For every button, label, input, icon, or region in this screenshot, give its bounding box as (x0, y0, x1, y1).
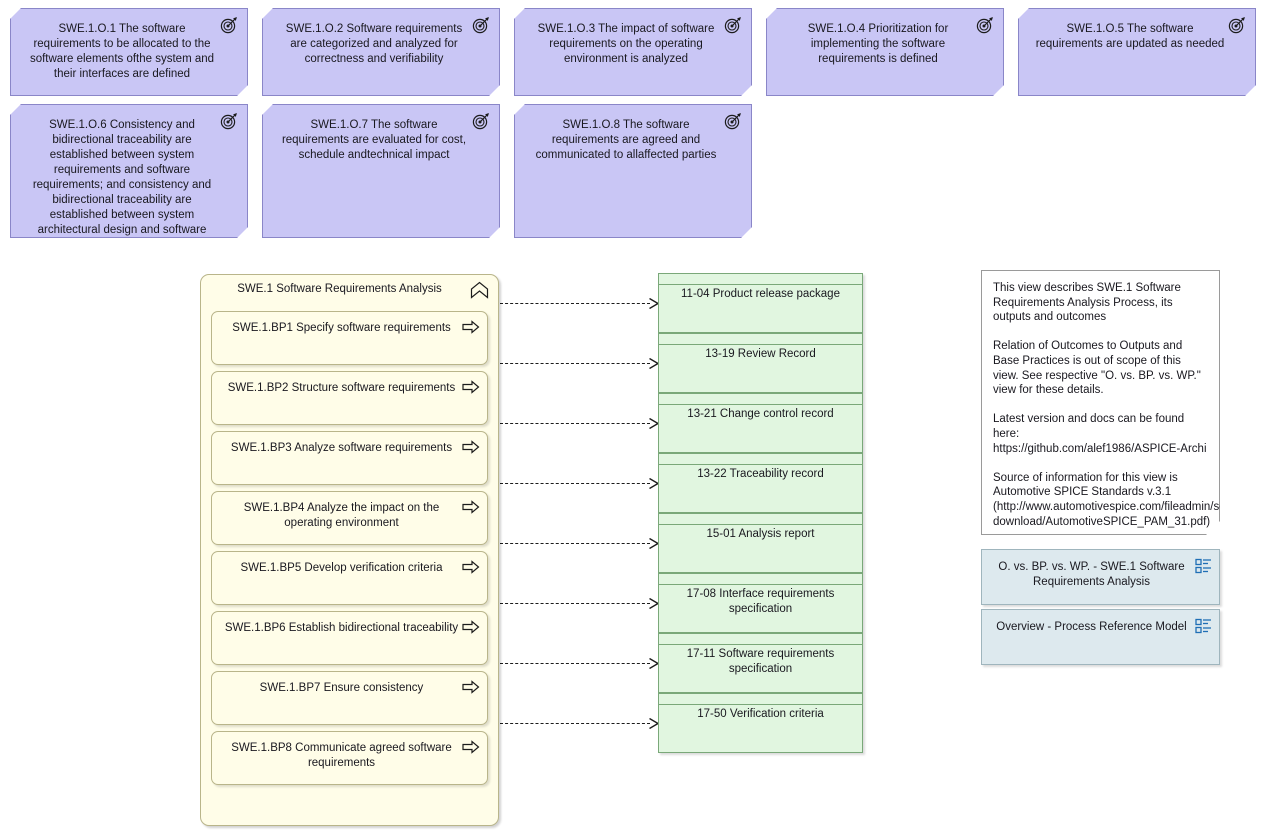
outcome-swe-1-o-1[interactable]: SWE.1.O.1 The software requirements to b… (10, 8, 248, 96)
connector-swe.1-to-15-01 (500, 538, 659, 549)
goal-icon (472, 112, 490, 130)
base-practice-label: SWE.1.BP8 Communicate agreed software re… (231, 742, 452, 769)
process-arrow-icon (462, 680, 480, 694)
work-product-header-band (659, 334, 862, 345)
outcome-label: SWE.1.O.3 The impact of software require… (537, 23, 715, 65)
base-practice-label: SWE.1.BP1 Specify software requirements (232, 322, 451, 334)
work-product-label: 15-01 Analysis report (706, 528, 815, 540)
outcome-label: SWE.1.O.2 Software requirements are cate… (285, 23, 463, 65)
connector-swe.1-to-17-08 (500, 598, 659, 609)
goal-icon (472, 16, 490, 34)
work-product-13-21[interactable]: 13-21 Change control record (658, 393, 863, 453)
work-product-header-band (659, 274, 862, 285)
process-arrow-icon (462, 380, 480, 394)
connector-line (500, 663, 650, 664)
goal-icon (976, 16, 994, 34)
archimate-diagram-canvas: SWE.1.O.1 The software requirements to b… (0, 0, 1266, 836)
base-practice-swe-1-bp7[interactable]: SWE.1.BP7 Ensure consistency (211, 671, 488, 725)
process-title: SWE.1 Software Requirements Analysis (237, 283, 442, 295)
view-link-label: Overview - Process Reference Model (996, 621, 1187, 633)
process-arrow-icon (462, 620, 480, 634)
work-product-17-11[interactable]: 17-11 Software requirements specificatio… (658, 633, 863, 693)
base-practice-swe-1-bp8[interactable]: SWE.1.BP8 Communicate agreed software re… (211, 731, 488, 785)
base-practice-swe-1-bp1[interactable]: SWE.1.BP1 Specify software requirements (211, 311, 488, 365)
base-practice-label: SWE.1.BP3 Analyze software requirements (230, 442, 453, 454)
outcome-label: SWE.1.O.4 Prioritization for implementin… (807, 23, 949, 65)
view-link-o-vs-bp-vs-wp[interactable]: O. vs. BP. vs. WP. - SWE.1 Software Requ… (981, 549, 1220, 605)
base-practice-swe-1-bp2[interactable]: SWE.1.BP2 Structure software requirement… (211, 371, 488, 425)
process-arrow-icon (462, 560, 480, 574)
work-product-label: 17-11 Software requirements specificatio… (686, 648, 835, 675)
outcome-label: SWE.1.O.1 The software requirements to b… (29, 23, 215, 80)
goal-icon (724, 112, 742, 130)
base-practice-swe-1-bp5[interactable]: SWE.1.BP5 Develop verification criteria (211, 551, 488, 605)
connector-swe.1-to-11-04 (500, 298, 659, 309)
work-product-17-08[interactable]: 17-08 Interface requirements specificati… (658, 573, 863, 633)
work-product-label: 11-04 Product release package (681, 288, 840, 300)
outcome-label: SWE.1.O.8 The software requirements are … (535, 119, 717, 161)
base-practice-label: SWE.1.BP5 Develop verification criteria (240, 562, 443, 574)
outcome-swe-1-o-3[interactable]: SWE.1.O.3 The impact of software require… (514, 8, 752, 96)
outcome-label: SWE.1.O.7 The software requirements are … (281, 119, 467, 161)
outcome-swe-1-o-6[interactable]: SWE.1.O.6 Consistency and bidirectional … (10, 104, 248, 238)
connector-swe.1-to-17-50 (500, 718, 659, 729)
process-arrow-icon (462, 440, 480, 454)
base-practice-label: SWE.1.BP7 Ensure consistency (259, 682, 424, 694)
connector-line (500, 543, 650, 544)
goal-icon (220, 16, 238, 34)
connector-line (500, 303, 650, 304)
view-link-label: O. vs. BP. vs. WP. - SWE.1 Software Requ… (998, 561, 1185, 588)
work-product-header-band (659, 394, 862, 405)
work-product-label: 17-08 Interface requirements specificati… (686, 588, 835, 615)
view-icon (1195, 558, 1211, 574)
note-text: This view describes SWE.1 Software Requi… (993, 282, 1261, 528)
outcome-swe-1-o-8[interactable]: SWE.1.O.8 The software requirements are … (514, 104, 752, 238)
base-practice-swe-1-bp4[interactable]: SWE.1.BP4 Analyze the impact on the oper… (211, 491, 488, 545)
outcome-label: SWE.1.O.6 Consistency and bidirectional … (32, 119, 212, 236)
work-product-label: 13-22 Traceability record (697, 468, 824, 480)
outcome-label: SWE.1.O.5 The software requirements are … (1035, 23, 1225, 50)
outcome-swe-1-o-7[interactable]: SWE.1.O.7 The software requirements are … (262, 104, 500, 238)
connector-line (500, 363, 650, 364)
work-product-label: 17-50 Verification criteria (697, 708, 824, 720)
connector-swe.1-to-13-22 (500, 478, 659, 489)
work-product-15-01[interactable]: 15-01 Analysis report (658, 513, 863, 573)
view-icon (1195, 618, 1211, 634)
work-product-13-22[interactable]: 13-22 Traceability record (658, 453, 863, 513)
work-product-header-band (659, 514, 862, 525)
connector-swe.1-to-13-21 (500, 418, 659, 429)
connector-swe.1-to-17-11 (500, 658, 659, 669)
connector-line (500, 423, 650, 424)
outcome-swe-1-o-5[interactable]: SWE.1.O.5 The software requirements are … (1018, 8, 1256, 96)
process-arrow-icon (462, 320, 480, 334)
goal-icon (724, 16, 742, 34)
outcome-swe-1-o-4[interactable]: SWE.1.O.4 Prioritization for implementin… (766, 8, 1004, 96)
base-practice-label: SWE.1.BP6 Establish bidirectional tracea… (224, 622, 459, 634)
goal-icon (220, 112, 238, 130)
work-product-header-band (659, 634, 862, 645)
connector-line (500, 603, 650, 604)
view-link-overview-prm[interactable]: Overview - Process Reference Model (981, 609, 1220, 665)
outcome-swe-1-o-2[interactable]: SWE.1.O.2 Software requirements are cate… (262, 8, 500, 96)
diagram-note: This view describes SWE.1 Software Requi… (981, 270, 1220, 535)
business-process-chevron-icon (470, 281, 489, 299)
base-practice-label: SWE.1.BP4 Analyze the impact on the oper… (243, 502, 440, 529)
process-arrow-icon (462, 500, 480, 514)
work-product-header-band (659, 454, 862, 465)
base-practice-label: SWE.1.BP2 Structure software requirement… (227, 382, 456, 394)
process-arrow-icon (462, 740, 480, 754)
work-product-header-band (659, 574, 862, 585)
goal-icon (1228, 16, 1246, 34)
work-product-label: 13-19 Review Record (705, 348, 816, 360)
work-product-11-04[interactable]: 11-04 Product release package (658, 273, 863, 333)
connector-line (500, 723, 650, 724)
connector-swe.1-to-13-19 (500, 358, 659, 369)
work-product-17-50[interactable]: 17-50 Verification criteria (658, 693, 863, 753)
base-practice-swe-1-bp3[interactable]: SWE.1.BP3 Analyze software requirements (211, 431, 488, 485)
work-product-13-19[interactable]: 13-19 Review Record (658, 333, 863, 393)
work-product-header-band (659, 694, 862, 705)
base-practice-swe-1-bp6[interactable]: SWE.1.BP6 Establish bidirectional tracea… (211, 611, 488, 665)
work-product-label: 13-21 Change control record (687, 408, 834, 420)
connector-line (500, 483, 650, 484)
